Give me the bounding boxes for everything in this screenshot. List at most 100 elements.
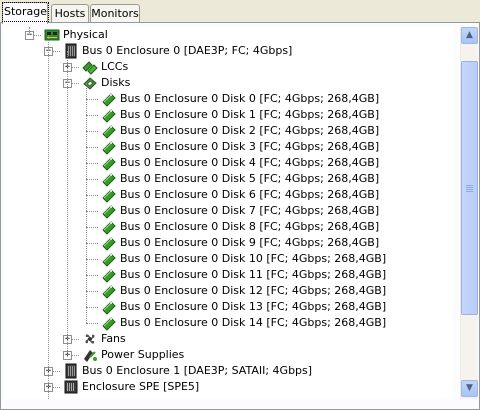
tree-node-label: Physical: [63, 28, 108, 41]
tab-strip: Storage Hosts Monitors: [0, 0, 480, 24]
storage-panel: − Physical − Bus 0 Enclosure 0 [DAE3P; FC; …: [0, 22, 480, 410]
tree-node-label: Bus 0 Enclosure 0 Disk 5 [FC; 4Gbps; 268…: [120, 172, 380, 185]
fan-icon: [82, 331, 98, 347]
tree-node-disk-14[interactable]: Bus 0 Enclosure 0 Disk 14 [FC; 4Gbps; 26…: [5, 315, 453, 331]
scroll-up-icon[interactable]: ▲: [461, 27, 478, 44]
tree-guide: [86, 259, 98, 260]
tree-node-label: Bus 0 Enclosure 0 Disk 10 [FC; 4Gbps; 26…: [120, 252, 387, 265]
tree-node-disk-5[interactable]: Bus 0 Enclosure 0 Disk 5 [FC; 4Gbps; 268…: [5, 171, 453, 187]
tree-node-label: Bus 0 Enclosure 0 Disk 0 [FC; 4Gbps; 268…: [120, 92, 380, 105]
tree-node-label: Bus 0 Enclosure 0 Disk 11 [FC; 4Gbps; 26…: [120, 268, 387, 281]
tree-node-bus0-enclosure1[interactable]: + Bus 0 Enclosure 1 [DAE3P; SATAII; 4Gbps…: [5, 363, 453, 379]
tree-node-label: Bus 0 Enclosure 0 Disk 3 [FC; 4Gbps; 268…: [120, 140, 380, 153]
tree-node-physical[interactable]: − Physical: [5, 27, 453, 43]
grip-line: [466, 189, 473, 190]
tree-guide: [48, 35, 49, 399]
tree-guide: [86, 179, 98, 180]
tree-node-power-supplies[interactable]: + Power Supplies: [5, 347, 453, 363]
grip-line: [466, 191, 473, 192]
disk-icon: [101, 155, 117, 171]
tab-label: Hosts: [54, 7, 86, 20]
board-icon: [44, 27, 60, 43]
tree-guide: [86, 275, 98, 276]
tree-node-disk-12[interactable]: Bus 0 Enclosure 0 Disk 12 [FC; 4Gbps; 26…: [5, 283, 453, 299]
scroll-down-icon[interactable]: ▼: [461, 380, 478, 397]
tree-guide: [29, 27, 30, 35]
tree-node-label: Bus 0 Enclosure 0 Disk 14 [FC; 4Gbps; 26…: [120, 316, 387, 329]
tree-guide: [86, 211, 98, 212]
tree-node-label: Bus 0 Enclosure 0 Disk 2 [FC; 4Gbps; 268…: [120, 124, 380, 137]
grip-line: [466, 185, 473, 186]
disk-icon: [101, 139, 117, 155]
tree-guide: [86, 227, 98, 228]
tree-node-label: Fans: [101, 332, 126, 345]
tab-hosts[interactable]: Hosts: [51, 4, 89, 23]
tree-node-disk-1[interactable]: Bus 0 Enclosure 0 Disk 1 [FC; 4Gbps; 268…: [5, 107, 453, 123]
tree-node-label: Bus 0 Enclosure 0 Disk 12 [FC; 4Gbps; 26…: [120, 284, 387, 297]
tree-node-label: Bus 0 Enclosure 0 Disk 13 [FC; 4Gbps; 26…: [120, 300, 387, 313]
tree-guide: [86, 115, 98, 116]
tree-node-lccs[interactable]: + LCCs: [5, 59, 453, 75]
tab-label: Monitors: [91, 7, 139, 20]
disk-icon: [101, 203, 117, 219]
tree-guide: [67, 51, 68, 355]
tree-node-label: Power Supplies: [101, 348, 185, 361]
tree-node-disk-0[interactable]: Bus 0 Enclosure 0 Disk 0 [FC; 4Gbps; 268…: [5, 91, 453, 107]
disk-icon: [101, 315, 117, 331]
tree-node-label: Bus 0 Enclosure 0 Disk 9 [FC; 4Gbps; 268…: [120, 236, 380, 249]
tree-node-label: Bus 0 Enclosure 0 Disk 6 [FC; 4Gbps; 268…: [120, 188, 380, 201]
disk-icon: [101, 107, 117, 123]
tree-guide: [86, 195, 98, 196]
disk-icon: [101, 267, 117, 283]
tree-node-disk-7[interactable]: Bus 0 Enclosure 0 Disk 7 [FC; 4Gbps; 268…: [5, 203, 453, 219]
tree-node-disk-3[interactable]: Bus 0 Enclosure 0 Disk 3 [FC; 4Gbps; 268…: [5, 139, 453, 155]
scroll-thumb[interactable]: [461, 61, 478, 315]
tree-guide: [86, 131, 98, 132]
tree-node-disk-13[interactable]: Bus 0 Enclosure 0 Disk 13 [FC; 4Gbps; 26…: [5, 299, 453, 315]
storage-tree[interactable]: − Physical − Bus 0 Enclosure 0 [DAE3P; FC; …: [5, 27, 453, 399]
tree-node-disk-8[interactable]: Bus 0 Enclosure 0 Disk 8 [FC; 4Gbps; 268…: [5, 219, 453, 235]
tree-guide: [86, 307, 98, 308]
disk-icon: [101, 219, 117, 235]
tree-node-label: Bus 0 Enclosure 0 Disk 1 [FC; 4Gbps; 268…: [120, 108, 380, 121]
tree-node-disk-10[interactable]: Bus 0 Enclosure 0 Disk 10 [FC; 4Gbps; 26…: [5, 251, 453, 267]
tree-guide: [86, 291, 98, 292]
tree-node-disk-6[interactable]: Bus 0 Enclosure 0 Disk 6 [FC; 4Gbps; 268…: [5, 187, 453, 203]
disk-icon: [101, 171, 117, 187]
disk-icon: [101, 123, 117, 139]
disk-icon: [101, 299, 117, 315]
tree-node-disk-4[interactable]: Bus 0 Enclosure 0 Disk 4 [FC; 4Gbps; 268…: [5, 155, 453, 171]
tree-guide: [86, 163, 98, 164]
spe-enclosure-icon: [63, 379, 79, 395]
enclosure-icon: [63, 363, 79, 379]
tree-guide: [86, 83, 87, 323]
tree-guide: [86, 99, 98, 100]
disk-icon: [101, 251, 117, 267]
tree-node-disks[interactable]: − Disks: [5, 75, 453, 91]
tree-guide: [86, 323, 98, 324]
tree-node-label: Bus 0 Enclosure 1 [DAE3P; SATAII; 4Gbps]: [82, 364, 313, 377]
tab-label: Storage: [1, 2, 50, 22]
disk-icon: [101, 283, 117, 299]
tree-node-disk-2[interactable]: Bus 0 Enclosure 0 Disk 2 [FC; 4Gbps; 268…: [5, 123, 453, 139]
vertical-scrollbar[interactable]: ▲ ▼: [460, 27, 478, 399]
tree-node-label: Enclosure SPE [SPE5]: [82, 380, 200, 393]
tree-node-enclosure-spe[interactable]: + Enclosure SPE [SPE5]: [5, 379, 453, 395]
tree-node-label: Bus 0 Enclosure 0 [DAE3P; FC; 4Gbps]: [82, 44, 293, 57]
disk-icon: [101, 187, 117, 203]
tree-node-disk-11[interactable]: Bus 0 Enclosure 0 Disk 11 [FC; 4Gbps; 26…: [5, 267, 453, 283]
tab-storage[interactable]: Storage: [1, 2, 50, 24]
lcc-icon: [82, 59, 98, 75]
tree-guide: [86, 147, 98, 148]
tree-node-fans[interactable]: + Fans: [5, 331, 453, 347]
tree-node-label: Bus 0 Enclosure 0 Disk 7 [FC; 4Gbps; 268…: [120, 204, 380, 217]
tree-node-disk-9[interactable]: Bus 0 Enclosure 0 Disk 9 [FC; 4Gbps; 268…: [5, 235, 453, 251]
disks-group-icon: [82, 75, 98, 91]
tree-node-bus0-enclosure0[interactable]: − Bus 0 Enclosure 0 [DAE3P; FC; 4Gbps]: [5, 43, 453, 59]
tree-node-label: Disks: [101, 76, 131, 89]
power-supply-icon: [82, 347, 98, 363]
tab-monitors[interactable]: Monitors: [90, 4, 140, 23]
tree-guide: [86, 243, 98, 244]
enclosure-icon: [63, 43, 79, 59]
grip-line: [466, 187, 473, 188]
